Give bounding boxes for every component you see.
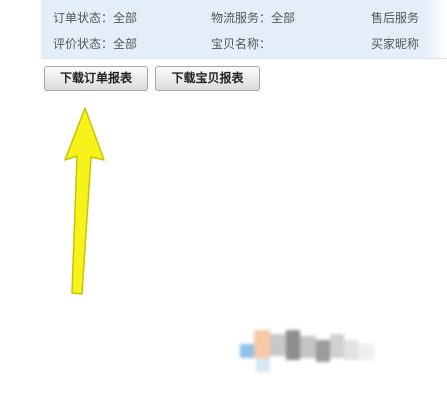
report-page: 订单状态：全部 物流服务：全部 售后服务 评价状态：全部 宝贝名称： 买家昵称 …	[0, 0, 447, 399]
blurred-watermark	[240, 330, 380, 374]
